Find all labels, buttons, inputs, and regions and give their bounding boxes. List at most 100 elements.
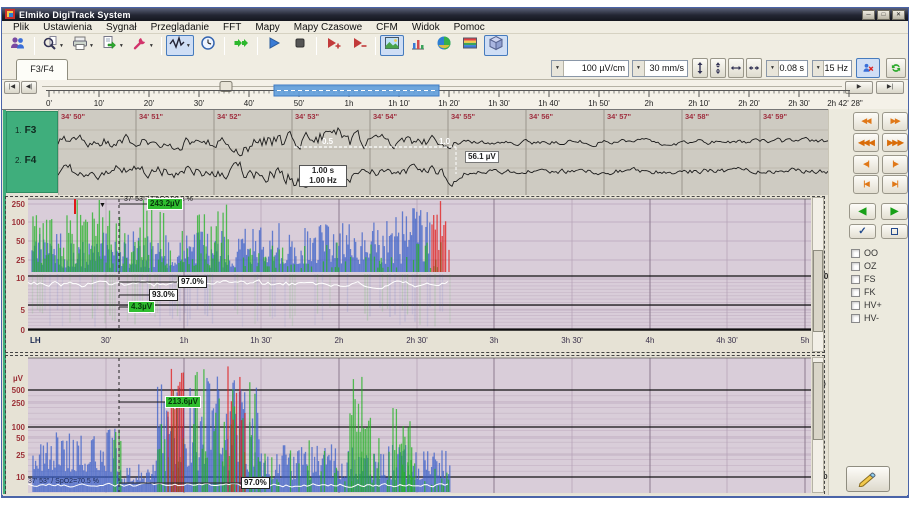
svg-text:34' 56": 34' 56" bbox=[529, 112, 554, 121]
prev-event-button[interactable]: ◀ bbox=[849, 203, 876, 220]
menu-item-sygnał[interactable]: Sygnał bbox=[99, 22, 144, 33]
chevron-down-icon[interactable]: ▼ bbox=[186, 43, 191, 49]
svg-text:100: 100 bbox=[12, 423, 26, 432]
checkbox-fk[interactable] bbox=[851, 288, 860, 297]
chevron-down-icon[interactable]: ▼ bbox=[633, 61, 645, 76]
print-button[interactable]: ▼ bbox=[69, 35, 97, 56]
eeg-trace-canvas[interactable]: 34' 50"34' 51"34' 52"34' 53"34' 54"34' 5… bbox=[58, 110, 852, 195]
maximize-button[interactable]: □ bbox=[877, 10, 890, 20]
horizontal-arrow-icon bbox=[730, 61, 742, 75]
eeg-nav-back-2-button[interactable]: ◀| bbox=[853, 155, 879, 174]
chevron-down-icon[interactable]: ▼ bbox=[813, 61, 824, 76]
next-event-button[interactable]: ▶ bbox=[881, 203, 908, 220]
checkbox-oo[interactable] bbox=[851, 249, 860, 258]
checkbox-hv-[interactable] bbox=[851, 314, 860, 323]
svg-text:5: 5 bbox=[21, 306, 26, 315]
play-remove-button[interactable] bbox=[347, 35, 371, 56]
clock-button[interactable] bbox=[196, 35, 220, 56]
svg-text:1h 20': 1h 20' bbox=[438, 99, 460, 108]
hide-patient-button[interactable] bbox=[856, 58, 880, 78]
patients-button[interactable] bbox=[6, 35, 30, 56]
play-button[interactable] bbox=[262, 35, 286, 56]
checkbox-hv+[interactable] bbox=[851, 301, 860, 310]
chevron-down-icon[interactable]: ▼ bbox=[89, 43, 94, 49]
filter-select[interactable]: ▼ 15 Hz bbox=[812, 60, 852, 77]
svg-text:1h 40': 1h 40' bbox=[538, 99, 560, 108]
time-constant-select[interactable]: ▼ 0.08 s bbox=[766, 60, 808, 77]
eeg-nav-forward-0-button[interactable]: ▶▶ bbox=[882, 112, 908, 131]
checkbox-fs[interactable] bbox=[851, 275, 860, 284]
cursor-marker-icon[interactable]: ▼ bbox=[99, 202, 106, 209]
channel-label-f4[interactable]: 2.F4 bbox=[15, 155, 36, 166]
svg-text:3h: 3h bbox=[490, 336, 499, 345]
checkbox-oz[interactable] bbox=[851, 262, 860, 271]
toolbar-separator bbox=[316, 37, 317, 55]
accept-button[interactable]: ✓ bbox=[849, 224, 876, 239]
menu-item-przeglądanie[interactable]: Przeglądanie bbox=[144, 22, 216, 33]
eeg-nav-forward-3-button[interactable]: ▶| bbox=[882, 175, 908, 194]
menu-item-plik[interactable]: Plik bbox=[6, 22, 36, 33]
maps-button[interactable] bbox=[380, 35, 404, 56]
screenshot-root: Elmiko DigiTrack System ─ □ ✕ PlikUstawi… bbox=[0, 0, 911, 505]
lower-scrollbar-thumb[interactable] bbox=[813, 362, 823, 440]
lower-scrollbar[interactable] bbox=[812, 357, 824, 493]
montage-option-fk: FK bbox=[851, 287, 876, 297]
minimize-button[interactable]: ─ bbox=[862, 10, 875, 20]
eeg-nav-back-0-button[interactable]: ◀◀ bbox=[853, 112, 879, 131]
tab-f3f4[interactable]: F3/F4 bbox=[16, 59, 68, 80]
cube-3d-button[interactable] bbox=[484, 35, 508, 56]
amplitude-split-button[interactable] bbox=[710, 58, 726, 78]
upper-scrollbar[interactable] bbox=[812, 197, 824, 352]
menu-item-cfm[interactable]: CFM bbox=[369, 22, 405, 33]
dsa-lower-pane: 500250100502510µVkIp100 bbox=[5, 355, 825, 494]
sensitivity-select[interactable]: ▼ 100 µV/cm bbox=[551, 60, 629, 77]
globe-button[interactable] bbox=[432, 35, 456, 56]
chevron-down-icon[interactable]: ▼ bbox=[59, 43, 64, 49]
export-button[interactable]: ▼ bbox=[99, 35, 127, 56]
lower-cursor-value: 213.6µV bbox=[165, 396, 201, 408]
svg-text:1h 30': 1h 30' bbox=[250, 336, 272, 345]
bar-chart-button[interactable] bbox=[406, 35, 430, 56]
menu-item-ustawienia[interactable]: Ustawienia bbox=[36, 22, 99, 33]
menu-item-fft[interactable]: FFT bbox=[216, 22, 248, 33]
chevron-down-icon[interactable]: ▼ bbox=[149, 43, 154, 49]
refresh-button[interactable] bbox=[886, 58, 906, 78]
edit-button[interactable] bbox=[846, 466, 890, 492]
dsa-lower-canvas[interactable]: 500250100502510µVkIp100 bbox=[5, 355, 843, 495]
svg-text:34' 59": 34' 59" bbox=[763, 112, 788, 121]
eeg-nav-back-1-button[interactable]: ◀◀◀ bbox=[853, 133, 879, 152]
stop-button[interactable] bbox=[288, 35, 312, 56]
close-button[interactable]: ✕ bbox=[892, 10, 905, 20]
channel-label-f3[interactable]: 1.F3 bbox=[15, 125, 36, 136]
speed-select[interactable]: ▼ 30 mm/s bbox=[632, 60, 688, 77]
channel-panel[interactable]: 1.F3 2.F4 bbox=[6, 111, 58, 193]
time-split-button[interactable] bbox=[746, 58, 762, 78]
timeline-ruler[interactable]: 0'10'20'30'40'50'1h1h 10'1h 20'1h 30'1h … bbox=[2, 80, 908, 109]
eeg-nav-forward-2-button[interactable]: |▶ bbox=[882, 155, 908, 174]
eeg-nav-forward-1-button[interactable]: ▶▶▶ bbox=[882, 133, 908, 152]
signal-button[interactable]: ▼ bbox=[166, 35, 194, 56]
toolbar-separator bbox=[34, 37, 35, 55]
step-forward-button[interactable] bbox=[229, 35, 253, 56]
time-expand-button[interactable] bbox=[728, 58, 744, 78]
tools-button[interactable]: ▼ bbox=[129, 35, 157, 56]
amplitude-expand-button[interactable] bbox=[692, 58, 708, 78]
menu-item-pomoc[interactable]: Pomoc bbox=[447, 22, 492, 33]
play-add-button[interactable] bbox=[321, 35, 345, 56]
search-button[interactable]: ▼ bbox=[39, 35, 67, 56]
menu-item-mapy[interactable]: Mapy bbox=[248, 22, 286, 33]
play-remove-icon bbox=[351, 35, 367, 56]
upper-scrollbar-thumb[interactable] bbox=[813, 250, 823, 332]
stop-marker-button[interactable] bbox=[881, 224, 908, 239]
chevron-down-icon[interactable]: ▼ bbox=[767, 61, 779, 76]
colormap-button[interactable] bbox=[458, 35, 482, 56]
eeg-nav-back-3-button[interactable]: |◀ bbox=[853, 175, 879, 194]
menu-item-mapy-czasowe[interactable]: Mapy Czasowe bbox=[287, 22, 369, 33]
menu-bar: PlikUstawieniaSygnałPrzeglądanieFFTMapyM… bbox=[2, 21, 908, 34]
chevron-down-icon[interactable]: ▼ bbox=[119, 43, 124, 49]
svg-text:2h 20': 2h 20' bbox=[738, 99, 760, 108]
dsa-upper-canvas[interactable]: 25010050251050LH30'1h1h 30'2h2h 30'3h3h … bbox=[5, 196, 843, 354]
menu-item-widok[interactable]: Widok bbox=[405, 22, 447, 33]
chevron-down-icon[interactable]: ▼ bbox=[552, 61, 564, 76]
svg-text:34' 54": 34' 54" bbox=[373, 112, 398, 121]
